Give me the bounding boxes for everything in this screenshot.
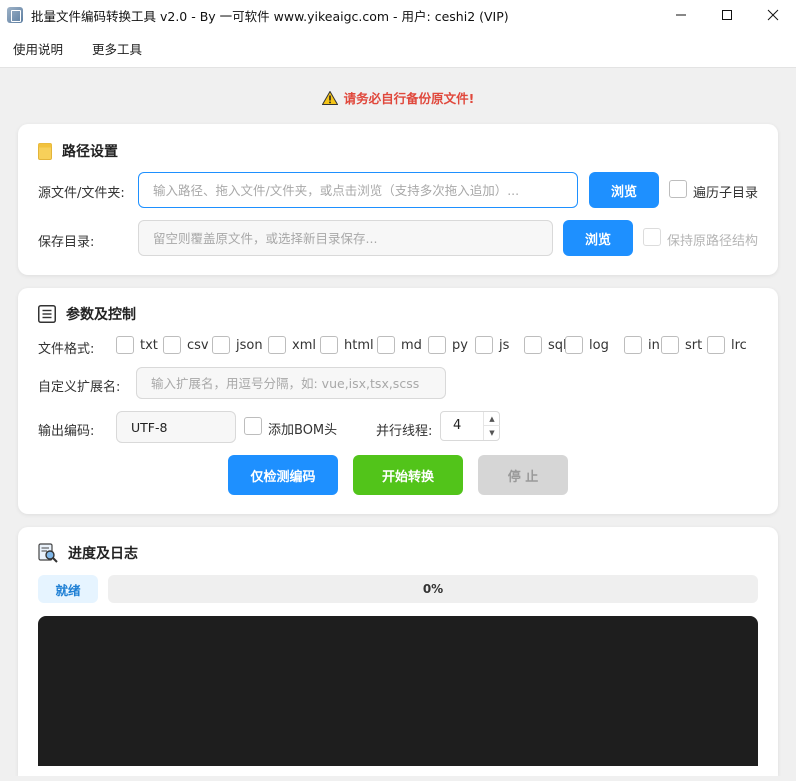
- maximize-icon: [722, 10, 732, 20]
- format-checkbox-py[interactable]: [428, 336, 446, 354]
- format-label-csv: csv: [187, 338, 209, 353]
- format-checkbox-txt[interactable]: [116, 336, 134, 354]
- warning-icon: [321, 90, 338, 105]
- format-checkbox-sql[interactable]: [524, 336, 542, 354]
- title-bar: 批量文件编码转换工具 v2.0 - By 一可软件 www.yikeaigc.c…: [0, 0, 796, 30]
- window-bottom-edge: [0, 776, 796, 781]
- output-encoding-label: 输出编码:: [38, 424, 95, 439]
- format-checkbox-lrc[interactable]: [707, 336, 725, 354]
- params-title: 参数及控制: [38, 304, 136, 324]
- bom-label: 添加BOM头: [268, 423, 338, 438]
- source-path-input[interactable]: [138, 172, 578, 208]
- recurse-subdirs-label: 遍历子目录: [693, 186, 759, 201]
- format-label-log: log: [589, 338, 609, 353]
- list-icon: [38, 305, 56, 323]
- status-badge: 就绪: [38, 575, 98, 603]
- keep-structure-checkbox[interactable]: [643, 228, 661, 246]
- format-checkbox-html[interactable]: [320, 336, 338, 354]
- warning-text: 请务必自行备份原文件!: [343, 91, 475, 106]
- menu-item-more-tools[interactable]: 更多工具: [92, 39, 142, 58]
- format-label-srt: srt: [685, 338, 703, 353]
- window-title: 批量文件编码转换工具 v2.0 - By 一可软件 www.yikeaigc.c…: [31, 8, 509, 24]
- backup-warning: 请务必自行备份原文件!: [0, 88, 796, 107]
- format-checkbox-srt[interactable]: [661, 336, 679, 354]
- menu-bar: 使用说明 更多工具: [0, 30, 796, 68]
- format-label-json: json: [236, 338, 263, 353]
- format-label-lrc: lrc: [731, 338, 747, 353]
- menu-item-help[interactable]: 使用说明: [13, 39, 63, 58]
- format-label-py: py: [452, 338, 468, 353]
- format-checkbox-csv[interactable]: [163, 336, 181, 354]
- path-settings-card: 路径设置 源文件/文件夹: 浏览 遍历子目录 保存目录: 浏览 保持原路径结构: [18, 124, 778, 275]
- format-label-html: html: [344, 338, 374, 353]
- format-label-sql: sql: [548, 338, 567, 353]
- progress-heading: 进度及日志: [68, 546, 138, 562]
- close-icon: [767, 9, 779, 21]
- threads-value: 4: [453, 418, 462, 433]
- format-checkbox-xml[interactable]: [268, 336, 286, 354]
- recurse-subdirs-checkbox[interactable]: [669, 180, 687, 198]
- path-settings-title: 路径设置: [38, 141, 118, 161]
- minimize-button[interactable]: [658, 0, 704, 30]
- detect-encoding-button[interactable]: 仅检测编码: [228, 455, 338, 495]
- spin-up-icon[interactable]: ▲: [484, 412, 500, 426]
- progress-title: 进度及日志: [38, 543, 138, 563]
- format-checkbox-json[interactable]: [212, 336, 230, 354]
- format-checkbox-md[interactable]: [377, 336, 395, 354]
- log-output[interactable]: [38, 616, 758, 766]
- minimize-icon: [676, 14, 686, 16]
- threads-spin-arrows: ▲ ▼: [483, 412, 500, 440]
- spin-down-icon[interactable]: ▼: [484, 426, 500, 440]
- params-card: 参数及控制 文件格式: 自定义扩展名: 输出编码: 添加BOM头 并行线程: 4…: [18, 288, 778, 514]
- browse-source-button[interactable]: 浏览: [589, 172, 659, 208]
- app-icon: [7, 7, 23, 23]
- path-settings-heading: 路径设置: [62, 144, 118, 160]
- custom-ext-label: 自定义扩展名:: [38, 380, 121, 395]
- threads-label: 并行线程:: [376, 424, 433, 439]
- params-heading: 参数及控制: [66, 307, 136, 323]
- threads-spinbox[interactable]: 4 ▲ ▼: [440, 411, 500, 441]
- output-encoding-input[interactable]: [116, 411, 236, 443]
- progress-percent: 0%: [422, 582, 444, 596]
- save-dir-input[interactable]: [138, 220, 553, 256]
- format-checkbox-js[interactable]: [475, 336, 493, 354]
- progress-bar: 0%: [108, 575, 758, 603]
- source-label: 源文件/文件夹:: [38, 186, 125, 201]
- format-label-md: md: [401, 338, 422, 353]
- folder-icon: [38, 142, 52, 160]
- bom-checkbox[interactable]: [244, 417, 262, 435]
- format-label-js: js: [499, 338, 510, 353]
- format-label: 文件格式:: [38, 342, 95, 357]
- format-label-txt: txt: [140, 338, 158, 353]
- progress-card: 进度及日志 就绪 0%: [18, 527, 778, 776]
- keep-structure-label: 保持原路径结构: [667, 234, 759, 249]
- format-label-xml: xml: [292, 338, 316, 353]
- close-button[interactable]: [750, 0, 796, 30]
- start-convert-button[interactable]: 开始转换: [353, 455, 463, 495]
- maximize-button[interactable]: [704, 0, 750, 30]
- save-dir-label: 保存目录:: [38, 235, 95, 250]
- format-checkbox-log[interactable]: [565, 336, 583, 354]
- custom-ext-input[interactable]: [136, 367, 446, 399]
- stop-button[interactable]: 停 止: [478, 455, 568, 495]
- format-checkbox-ini[interactable]: [624, 336, 642, 354]
- browse-save-button[interactable]: 浏览: [563, 220, 633, 256]
- search-document-icon: [38, 543, 58, 563]
- window-controls: [658, 0, 796, 30]
